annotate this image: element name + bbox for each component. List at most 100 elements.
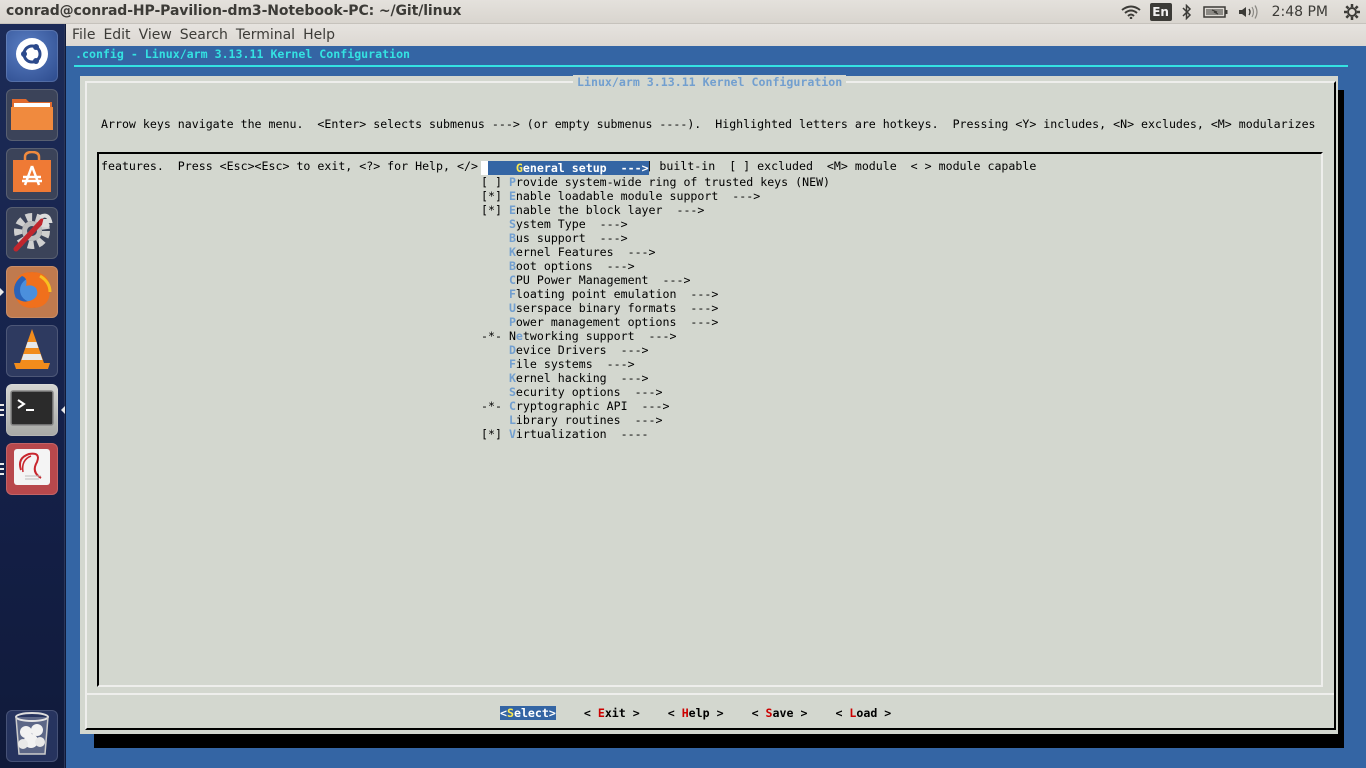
menu-item-hotkey: F [509,287,516,301]
menu-help[interactable]: Help [299,27,339,43]
running-indicator [0,404,4,416]
running-indicator [0,463,4,475]
menu-item-state [481,231,502,245]
menu-list: General setup --->[ ] Provide system-wid… [481,161,830,441]
button-load[interactable]: < Load > [835,706,891,720]
menu-item-state [481,161,488,175]
menu-search[interactable]: Search [176,27,232,43]
menu-item[interactable]: Floating point emulation ---> [481,287,830,301]
menu-item-label: rovide system-wide ring of trusted keys … [516,175,830,189]
menu-item-hotkey: C [509,399,516,413]
keyboard-layout-indicator[interactable]: En [1150,3,1172,21]
menu-item[interactable]: -*- Networking support ---> [481,329,830,343]
menu-item[interactable]: -*- Cryptographic API ---> [481,399,830,413]
menu-item-label: loating point emulation ---> [516,287,718,301]
menu-item[interactable]: File systems ---> [481,357,830,371]
menu-item-label: PU Power Management ---> [516,273,691,287]
focused-indicator [61,406,65,414]
menu-item-hotkey: D [509,343,516,357]
folder-icon [10,95,54,135]
button-help[interactable]: < Help > [668,706,724,720]
clock[interactable]: 2:48 PM [1264,0,1338,24]
menuconfig-dialog: Linux/arm 3.13.11 Kernel Configuration A… [80,76,1338,734]
menuconfig-backtitle: .config - Linux/arm 3.13.11 Kernel Confi… [75,47,410,61]
indicator-area: En 2:48 PM [1116,0,1366,24]
menu-item-state: [*] [481,203,502,217]
menu-item-label: nable loadable module support ---> [516,189,760,203]
menu-item-label: ernel hacking ---> [516,371,649,385]
menu-edit[interactable]: Edit [99,27,134,43]
menu-file[interactable]: File [68,27,99,43]
trash-icon [13,712,51,760]
menu-item-state [481,343,502,357]
menu-item-hotkey: K [509,371,516,385]
button-select[interactable]: <Select> [500,706,556,720]
menu-item[interactable]: Kernel Features ---> [481,245,830,259]
window-title: conrad@conrad-HP-Pavilion-dm3-Notebook-P… [6,3,461,19]
gear-wrench-icon [10,209,54,257]
menu-item-state [481,357,502,371]
menu-item[interactable]: Security options ---> [481,385,830,399]
launcher-ubuntu-dash[interactable] [6,30,58,82]
launcher-files[interactable] [6,89,58,141]
menu-item[interactable]: Userspace binary formats ---> [481,301,830,315]
menu-item[interactable]: [ ] Provide system-wide ring of trusted … [481,175,830,189]
button-exit[interactable]: < Exit > [584,706,640,720]
menu-item-label: us support ---> [516,231,628,245]
menu-item-state [481,385,502,399]
battery-icon[interactable] [1198,0,1234,24]
menu-item[interactable]: [*] Virtualization ---- [481,427,830,441]
menu-item-hotkey: G [516,161,523,175]
menu-box: General setup --->[ ] Provide system-wid… [97,152,1323,687]
ubuntu-logo-icon [15,37,49,75]
menu-item[interactable]: Boot options ---> [481,259,830,273]
launcher-terminal[interactable] [6,384,58,436]
menu-item-hotkey: S [509,217,516,231]
menu-item-label: irtualization ---- [516,427,649,441]
menu-item-hotkey: K [509,245,516,259]
vlc-cone-icon [12,327,52,375]
button-save[interactable]: < Save > [752,706,808,720]
power-gear-icon[interactable] [1338,0,1366,24]
running-indicator [0,288,4,296]
document-viewer-icon [11,446,53,492]
menu-item-label: ernel Features ---> [516,245,656,259]
bluetooth-icon[interactable] [1176,0,1198,24]
wifi-icon[interactable] [1116,0,1146,24]
menu-item[interactable]: Bus support ---> [481,231,830,245]
menu-item-hotkey: U [509,301,516,315]
menu-item[interactable]: [*] Enable loadable module support ---> [481,189,830,203]
menu-item[interactable]: Power management options ---> [481,315,830,329]
menu-item-state [481,287,502,301]
menu-item-hotkey: B [509,259,516,273]
menu-view[interactable]: View [135,27,176,43]
launcher-vlc[interactable] [6,325,58,377]
launcher-trash[interactable] [6,710,58,762]
menu-item[interactable]: Device Drivers ---> [481,343,830,357]
terminal-window[interactable]: File Edit View Search Terminal Help .con… [66,24,1366,768]
menu-item-state [481,371,502,385]
menu-item[interactable]: Kernel hacking ---> [481,371,830,385]
menu-item[interactable]: [*] Enable the block layer ---> [481,203,830,217]
menu-item[interactable]: Library routines ---> [481,413,830,427]
menu-item-label: ryptographic API ---> [516,399,670,413]
terminal-menubar: File Edit View Search Terminal Help [66,24,1366,46]
launcher-firefox[interactable] [6,266,58,318]
menu-item-label: ile systems ---> [516,357,635,371]
launcher-software-center[interactable] [6,148,58,200]
launcher-system-settings[interactable] [6,207,58,259]
menu-item[interactable]: System Type ---> [481,217,830,231]
launcher-document-viewer[interactable] [6,443,58,495]
menu-item-hotkey: P [509,315,516,329]
menu-terminal[interactable]: Terminal [232,27,299,43]
menu-item-state: [*] [481,427,502,441]
volume-icon[interactable] [1234,0,1264,24]
shopping-bag-icon [12,151,52,197]
menu-item-label: eneral setup ---> [523,161,649,175]
launcher [0,24,65,768]
menu-item-state: -*- [481,399,502,413]
dialog-buttons: <Select> < Exit > < Help > < Save > < Load > [500,706,919,720]
menu-item[interactable]: General setup ---> [481,161,830,175]
button-separator [85,693,1334,695]
menu-item[interactable]: CPU Power Management ---> [481,273,830,287]
